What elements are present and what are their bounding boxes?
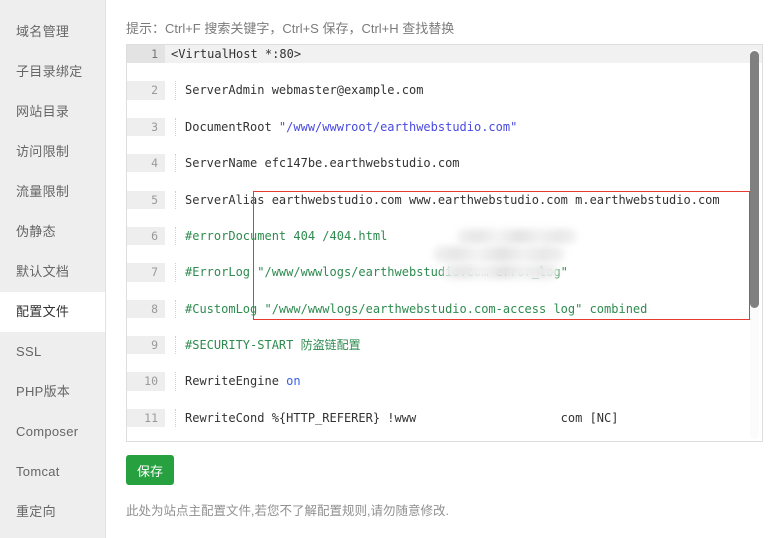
sidebar-item-label: 域名管理 [16, 24, 70, 39]
line-number: 10 [127, 372, 165, 391]
code-line[interactable]: 6 #errorDocument 404 /404.html [127, 226, 762, 246]
indent-guide [175, 263, 176, 282]
code-text: RewriteCond %{HTTP_REFERER} !www com [NC… [185, 410, 619, 425]
code-line[interactable]: 8 #CustomLog "/www/wwwlogs/earthwebstudio… [127, 299, 762, 318]
indent-guide [175, 336, 176, 355]
sidebar-item-4[interactable]: 流量限制 [0, 172, 105, 212]
sidebar-item-0[interactable]: 域名管理 [0, 12, 105, 52]
code-text: RewriteEngine on [185, 374, 301, 389]
editor-scrollbar-thumb[interactable] [750, 51, 759, 308]
code-line[interactable]: 11 RewriteCond %{HTTP_REFERER} !www com [… [127, 408, 762, 428]
indent-guide [175, 81, 176, 100]
save-button[interactable]: 保存 [126, 455, 174, 485]
sidebar-item-label: PHP版本 [16, 384, 71, 399]
code-line[interactable]: 2 ServerAdmin webmaster@example.com [127, 81, 762, 100]
line-number: 11 [127, 408, 165, 428]
sidebar-item-8[interactable]: SSL [0, 332, 105, 372]
editor-scrollbar-track[interactable] [750, 49, 759, 439]
line-number: 6 [127, 226, 165, 246]
line-number: 2 [127, 81, 165, 100]
config-file-page: 域名管理子目录绑定网站目录访问限制流量限制伪静态默认文档配置文件 SSL PHP版本… [0, 0, 771, 538]
code-text: #SECURITY-START 防盗链配置 [185, 338, 361, 353]
code-text: #ErrorLog "/www/wwwlogs/earthwebstudio.c… [185, 265, 568, 280]
sidebar-item-label: Tomcat [16, 464, 60, 479]
code-text: ServerAlias earthwebstudio.com www.earth… [185, 192, 720, 207]
indent-guide [175, 408, 176, 428]
line-number: 5 [127, 190, 165, 209]
sidebar-nav: 域名管理子目录绑定网站目录访问限制流量限制伪静态默认文档配置文件 SSL PHP版本… [0, 0, 106, 538]
sidebar-item-6[interactable]: 默认文档 [0, 252, 105, 292]
line-number: 4 [127, 154, 165, 173]
code-line[interactable]: 1 <VirtualHost *:80> [127, 45, 762, 64]
code-line[interactable]: 10 RewriteEngine on [127, 372, 762, 391]
redacted-domain-blur [433, 246, 565, 263]
sidebar-item-label: 流量限制 [16, 184, 70, 199]
code-text: <VirtualHost *:80> [171, 47, 302, 61]
code-text: ServerName efc147be.earthwebstudio.com [185, 156, 460, 171]
line-number: 9 [127, 336, 165, 355]
sidebar-item-label: 默认文档 [16, 264, 70, 279]
indent-guide [175, 190, 176, 209]
sidebar-item-label: 伪静态 [16, 224, 56, 239]
sidebar-item-label: SSL [16, 344, 42, 359]
keyboard-shortcut-hint: 提示：Ctrl+F 搜索关键字，Ctrl+S 保存，Ctrl+H 查找替换 [126, 21, 455, 36]
line-number: 3 [127, 117, 165, 136]
sidebar-item-label: 配置文件 [16, 304, 70, 319]
config-warning-note: 此处为站点主配置文件,若您不了解配置规则,请勿随意修改. [126, 504, 449, 518]
code-line[interactable]: 4 ServerName efc147be.earthwebstudio.com [127, 154, 762, 173]
code-line[interactable]: 7 #ErrorLog "/www/wwwlogs/earthwebstudio.… [127, 263, 762, 282]
code-text: DocumentRoot "/www/wwwroot/earthwebstudi… [185, 119, 518, 134]
sidebar-item-label: 子目录绑定 [16, 64, 83, 79]
sidebar-item-9[interactable]: PHP版本 [0, 372, 105, 412]
sidebar-item-7[interactable]: 配置文件 [0, 292, 105, 332]
code-text: #errorDocument 404 /404.html [185, 228, 388, 243]
main-content: 提示：Ctrl+F 搜索关键字，Ctrl+S 保存，Ctrl+H 查找替换 1 <… [106, 0, 771, 538]
indent-guide [175, 154, 176, 173]
sidebar-item-label: 访问限制 [16, 144, 70, 159]
code-line[interactable]: 5 ServerAlias earthwebstudio.com www.eart… [127, 190, 762, 209]
line-number: 1 [127, 45, 165, 64]
code-line[interactable]: 9 #SECURITY-START 防盗链配置 [127, 336, 762, 355]
code-text: ServerAdmin webmaster@example.com [185, 83, 424, 98]
indent-guide [175, 299, 176, 318]
indent-guide [175, 372, 176, 391]
sidebar-item-10[interactable]: Composer [0, 412, 105, 452]
sidebar-item-label: Composer [16, 424, 79, 439]
sidebar-item-12[interactable]: 重定向 [0, 492, 105, 532]
sidebar-item-11[interactable]: Tomcat [0, 452, 105, 492]
code-lines-container[interactable]: 1 <VirtualHost *:80> 2 ServerAdmin webmaste… [127, 45, 762, 441]
code-line[interactable]: 3 DocumentRoot "/www/wwwroot/earthwebstud… [127, 117, 762, 136]
indent-guide [175, 226, 176, 246]
line-number: 8 [127, 299, 165, 318]
config-code-editor[interactable]: 1 <VirtualHost *:80> 2 ServerAdmin webmaste… [126, 44, 763, 442]
line-number: 7 [127, 263, 165, 282]
sidebar-item-1[interactable]: 子目录绑定 [0, 52, 105, 92]
sidebar-item-2[interactable]: 网站目录 [0, 92, 105, 132]
sidebar-item-label: 网站目录 [16, 104, 70, 119]
sidebar-item-5[interactable]: 伪静态 [0, 212, 105, 252]
sidebar-item-3[interactable]: 访问限制 [0, 132, 105, 172]
code-text: #CustomLog "/www/wwwlogs/earthwebstudio.… [185, 301, 648, 316]
indent-guide [175, 117, 176, 136]
sidebar-item-label: 重定向 [16, 504, 56, 519]
